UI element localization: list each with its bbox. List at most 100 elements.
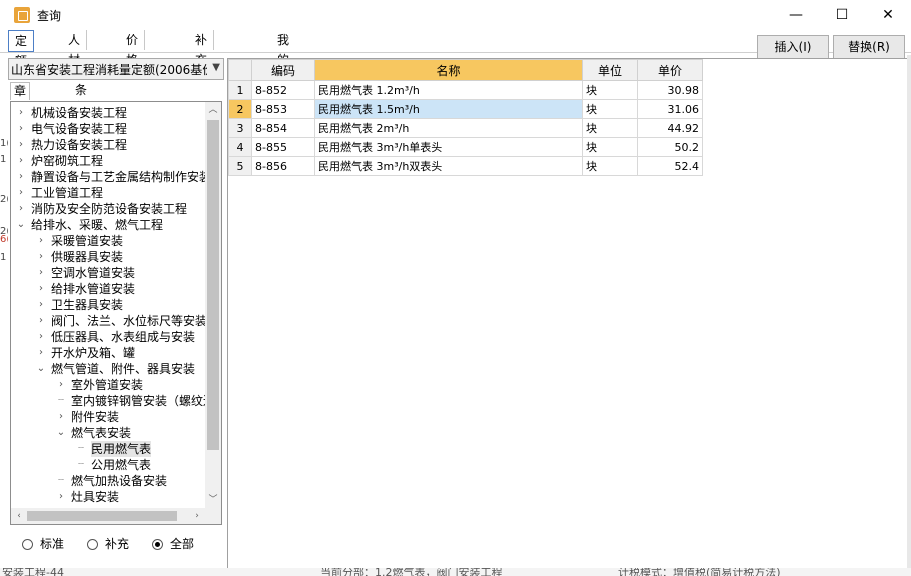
chapter-tree[interactable]: › 灶具安装 ┄ 燃气加热设备安装 ┄ 公用燃气表 ┄ 民用燃气表 ⌄ 燃气表安装 › 附件安装 ┄ 室内… — [10, 101, 222, 525]
tree-item[interactable]: ┄ 公用燃气表 — [11, 457, 203, 473]
chevron-right-icon[interactable]: › — [15, 105, 27, 121]
chevron-left-icon[interactable]: ‹ — [11, 508, 27, 524]
column-header-name[interactable]: 名称 — [314, 59, 583, 81]
tab-condition-query[interactable]: 条件查询 — [72, 82, 90, 148]
tab-supplement-lmm[interactable]: 补充人材机 — [189, 30, 215, 127]
tree-item[interactable]: › 开水炉及箱、罐 — [11, 345, 203, 361]
name-cell[interactable]: 民用燃气表 3m³/h单表头 — [314, 137, 583, 157]
price-cell[interactable]: 50.2 — [637, 137, 703, 157]
chevron-down-icon[interactable]: ⌄ — [35, 361, 47, 377]
tree-item[interactable]: › 采暖管道安装 — [11, 233, 203, 249]
tab-labor-material-machine[interactable]: 人材机 — [62, 30, 88, 87]
unit-cell[interactable]: 块 — [582, 80, 638, 100]
price-cell[interactable]: 31.06 — [637, 99, 703, 119]
radio-icon[interactable] — [152, 539, 163, 550]
code-cell[interactable]: 8-853 — [251, 99, 315, 119]
tree-item[interactable]: › 卫生器具安装 — [11, 297, 203, 313]
tree-item[interactable]: › 机械设备安装工程 — [11, 105, 203, 121]
unit-cell[interactable]: 块 — [582, 156, 638, 176]
chevron-right-icon[interactable]: › — [35, 265, 47, 281]
name-cell[interactable]: 民用燃气表 1.2m³/h — [314, 80, 583, 100]
chevron-right-icon[interactable]: › — [15, 121, 27, 137]
scroll-thumb[interactable] — [27, 511, 177, 521]
tree-item[interactable]: ┄ 民用燃气表 — [11, 441, 203, 457]
unit-cell[interactable]: 块 — [582, 118, 638, 138]
tree-item[interactable]: › 空调水管道安装 — [11, 265, 203, 281]
row-number-cell[interactable]: 5 — [228, 156, 252, 176]
insert-button[interactable]: 插入(I) — [757, 35, 829, 59]
name-cell[interactable]: 民用燃气表 3m³/h双表头 — [314, 156, 583, 176]
tree-item[interactable]: › 工业管道工程 — [11, 185, 203, 201]
close-button[interactable]: ✕ — [865, 0, 911, 30]
tree-item[interactable]: ┄ 室内镀锌钢管安装（螺纹连接） — [11, 393, 221, 409]
radio-icon[interactable] — [22, 539, 33, 550]
chevron-right-icon[interactable]: › — [35, 249, 47, 265]
grid-row[interactable]: 1 8-852 民用燃气表 1.2m³/h 块 30.98 — [228, 80, 703, 100]
row-number-cell[interactable]: 4 — [228, 137, 252, 157]
tree-item[interactable]: › 低压器具、水表组成与安装 — [11, 329, 203, 345]
tree-item[interactable]: › 热力设备安装工程 — [11, 137, 203, 153]
tab-my-cloud-data[interactable]: 我的云数据 — [271, 30, 295, 127]
grid-row[interactable]: 3 8-854 民用燃气表 2m³/h 块 44.92 — [228, 118, 703, 138]
chevron-right-icon[interactable]: › — [15, 201, 27, 217]
unit-cell[interactable]: 块 — [582, 137, 638, 157]
tree-item[interactable]: › 阀门、法兰、水位标尺等安装 — [11, 313, 207, 329]
tab-price-file[interactable]: 价格文件 — [120, 30, 146, 107]
tab-chapter-query[interactable]: 章节查询 — [10, 82, 31, 149]
tree-item[interactable]: › 附件安装 — [11, 409, 203, 425]
row-number-cell[interactable]: 1 — [228, 80, 252, 100]
price-cell[interactable]: 52.4 — [637, 156, 703, 176]
chevron-up-icon[interactable]: ︿ — [205, 102, 221, 118]
chevron-right-icon[interactable]: › — [35, 281, 47, 297]
tree-item[interactable]: › 灶具安装 — [11, 489, 203, 505]
price-cell[interactable]: 44.92 — [637, 118, 703, 138]
chevron-right-icon[interactable]: › — [55, 489, 67, 505]
row-number-cell[interactable]: 3 — [228, 118, 252, 138]
grid-row[interactable]: 2 8-853 民用燃气表 1.5m³/h 块 31.06 — [228, 99, 703, 119]
tree-item[interactable]: ⌄ 燃气管道、附件、器具安装 — [11, 361, 203, 377]
chevron-right-icon[interactable]: › — [15, 169, 27, 185]
column-header-unit[interactable]: 单位 — [582, 59, 638, 81]
code-cell[interactable]: 8-855 — [251, 137, 315, 157]
minimize-button[interactable]: — — [773, 0, 819, 30]
chevron-right-icon[interactable]: › — [15, 185, 27, 201]
chevron-down-icon[interactable]: ﹀ — [205, 492, 221, 508]
quota-library-select[interactable]: 山东省安装工程消耗量定额(2006基价) ▼ — [8, 58, 224, 80]
name-cell[interactable]: 民用燃气表 1.5m³/h — [314, 99, 583, 119]
tree-item[interactable]: › 给排水管道安装 — [11, 281, 203, 297]
chevron-right-icon[interactable]: › — [35, 345, 47, 361]
row-number-cell[interactable]: 2 — [228, 99, 252, 119]
chevron-down-icon[interactable]: ⌄ — [15, 217, 27, 233]
chevron-right-icon[interactable]: › — [189, 508, 205, 524]
chevron-right-icon[interactable]: › — [35, 313, 47, 329]
tree-item[interactable]: › 室外管道安装 — [11, 377, 203, 393]
chevron-right-icon[interactable]: › — [15, 153, 27, 169]
name-cell[interactable]: 民用燃气表 2m³/h — [314, 118, 583, 138]
chevron-right-icon[interactable]: › — [35, 329, 47, 345]
column-header-price[interactable]: 单价 — [637, 59, 703, 81]
maximize-button[interactable]: ☐ — [819, 0, 865, 30]
price-cell[interactable]: 30.98 — [637, 80, 703, 100]
column-header-code[interactable]: 编码 — [251, 59, 315, 81]
tree-vertical-scrollbar[interactable]: ︿ ﹀ — [205, 102, 221, 524]
tree-item[interactable]: › 炉窑砌筑工程 — [11, 153, 203, 169]
chevron-right-icon[interactable]: › — [55, 377, 67, 393]
tree-item[interactable]: ⌄ 给排水、采暖、燃气工程 — [11, 217, 203, 233]
tree-item[interactable]: › 电气设备安装工程 — [11, 121, 203, 137]
chevron-right-icon[interactable]: › — [35, 233, 47, 249]
tree-item[interactable]: ┄ 燃气加热设备安装 — [11, 473, 203, 489]
grid-row[interactable]: 4 8-855 民用燃气表 3m³/h单表头块 50.2 — [228, 137, 703, 157]
scroll-thumb[interactable] — [207, 120, 219, 450]
chevron-right-icon[interactable]: › — [55, 409, 67, 425]
tree-item[interactable]: › 供暖器具安装 — [11, 249, 203, 265]
tree-item[interactable]: › 静置设备与工艺金属结构制作安装工程 — [11, 169, 221, 185]
tree-horizontal-scrollbar[interactable]: ‹ › — [11, 508, 205, 524]
code-cell[interactable]: 8-856 — [251, 156, 315, 176]
radio-icon[interactable] — [87, 539, 98, 550]
replace-button[interactable]: 替换(R) — [833, 35, 905, 59]
chevron-right-icon[interactable]: › — [35, 297, 47, 313]
code-cell[interactable]: 8-854 — [251, 118, 315, 138]
unit-cell[interactable]: 块 — [582, 99, 638, 119]
grid-row[interactable]: 5 8-856 民用燃气表 3m³/h双表头块 52.4 — [228, 156, 703, 176]
chevron-down-icon[interactable]: ⌄ — [55, 425, 67, 441]
